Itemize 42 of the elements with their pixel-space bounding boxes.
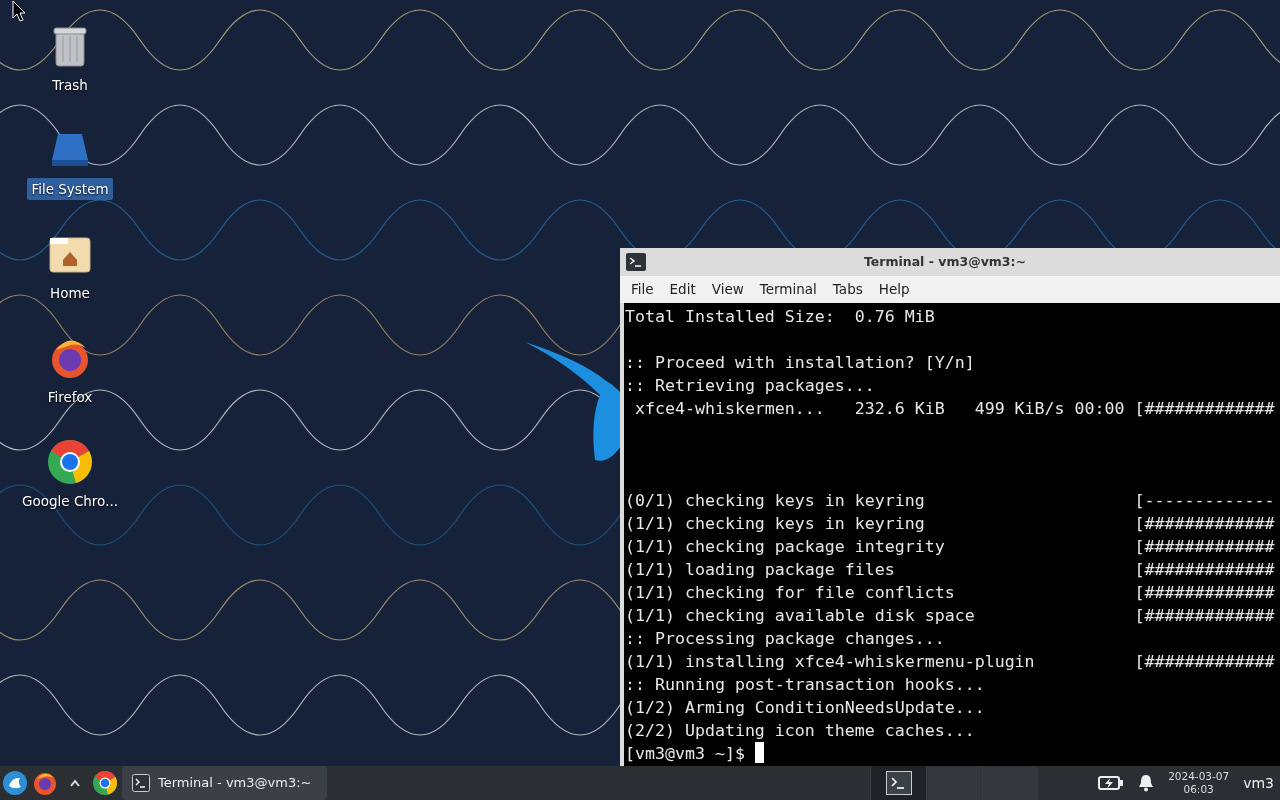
chrome-icon[interactable] [46,438,94,486]
menu-item[interactable]: File [624,277,661,302]
terminal-line: :: Running post-transaction hooks... [625,675,985,694]
app-menu-icon[interactable] [2,770,28,796]
window-title: Terminal - vm3@vm3:~ [862,252,1027,271]
clock[interactable]: 2024-03-07 06:03 [1168,770,1230,796]
terminal-line: Total Installed Size: 0.76 MiB [625,307,935,326]
terminal-line: (1/1) checking keys in keyring [############# [625,514,1275,533]
terminal-line: (1/2) Arming ConditionNeedsUpdate... [625,698,985,717]
icon-label[interactable]: Firefox [43,386,97,409]
icon-label[interactable]: Google Chro... [18,490,122,513]
terminal-line: (1/1) checking available disk space [############# [625,606,1275,625]
terminal-icon [132,774,150,792]
icon-label[interactable]: File System [27,178,113,201]
terminal-line: xfce4-whiskermen... 232.6 KiB 499 KiB/s 00:00 [############# [634,399,1275,418]
terminal-line: :: Proceed with installation? [Y/n] [625,353,975,372]
bell-icon[interactable] [1138,774,1155,792]
firefox-icon[interactable] [32,770,58,796]
terminal-line: (2/2) Updating icon theme caches... [625,721,975,740]
cursor-icon [12,0,26,22]
user-name[interactable]: vm3 [1243,772,1274,794]
menu-item[interactable]: Terminal [752,277,824,302]
terminal-line: (1/1) checking package integrity [############# [625,537,1275,556]
task-button[interactable]: Terminal - vm3@vm3:~ [122,766,327,800]
terminal-line: (1/1) checking for file conflicts [############# [625,583,1275,602]
menu-item[interactable]: View [704,277,751,302]
terminal-line: (1/1) installing xfce4-whiskermenu-plugin [############# [625,652,1275,671]
icon-label[interactable]: Trash [48,74,92,97]
terminal-icon[interactable] [626,253,646,271]
terminal-line: :: Processing package changes... [625,629,945,648]
menu-item[interactable]: Edit [662,277,703,302]
chrome-icon[interactable] [92,770,118,796]
terminal-line: (1/1) loading package files [############# [625,560,1275,579]
terminal-line: :: Retrieving packages... [625,376,875,395]
menu-item[interactable]: Tabs [825,277,870,302]
prompt-text: [vm3@vm3 ~]$ [625,744,745,763]
workspace[interactable] [870,766,927,800]
battery-charging-icon[interactable] [1098,775,1125,791]
terminal-line: (0/1) checking keys in keyring [------------- [625,491,1275,510]
menu-item[interactable]: Help [871,277,917,302]
text-cursor [754,742,764,763]
icon-label[interactable]: Home [46,282,94,305]
